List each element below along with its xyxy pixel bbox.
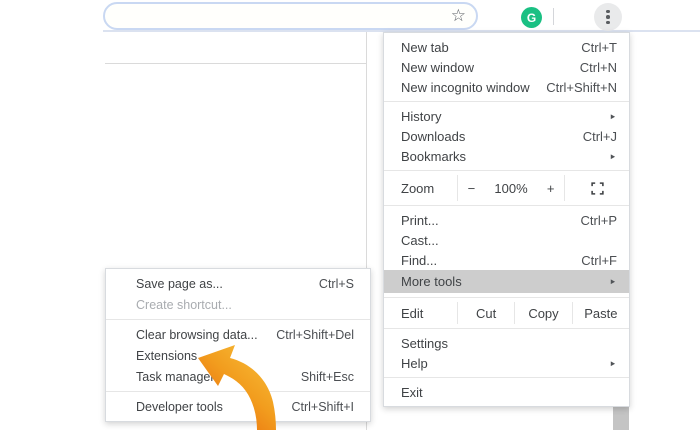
toolbar-separator bbox=[553, 8, 554, 25]
chevron-right-icon: ► bbox=[609, 112, 616, 121]
menu-separator bbox=[384, 170, 629, 171]
paste-button[interactable]: Paste bbox=[572, 302, 629, 324]
menu-item-shortcut: Ctrl+S bbox=[319, 277, 354, 291]
browser-menu: New tab Ctrl+T New window Ctrl+N New inc… bbox=[383, 32, 630, 407]
menu-zoom-row: Zoom − 100% + bbox=[384, 175, 629, 201]
menu-item-shortcut: Ctrl+N bbox=[580, 60, 617, 75]
copy-button[interactable]: Copy bbox=[514, 302, 571, 324]
menu-item-label: Settings bbox=[401, 336, 617, 351]
chevron-right-icon: ► bbox=[609, 359, 616, 368]
zoom-out-button[interactable]: − bbox=[468, 181, 476, 196]
menu-separator bbox=[384, 328, 629, 329]
menu-dot-icon bbox=[606, 10, 610, 14]
zoom-label: Zoom bbox=[384, 175, 457, 201]
chevron-right-icon: ► bbox=[609, 277, 616, 286]
menu-item-shortcut: Ctrl+F bbox=[581, 253, 617, 268]
menu-item-label: History bbox=[401, 109, 601, 124]
menu-item-more-tools[interactable]: More tools ► bbox=[384, 270, 629, 293]
menu-item-new-tab[interactable]: New tab Ctrl+T bbox=[384, 37, 629, 57]
menu-item-label: Exit bbox=[401, 385, 617, 400]
menu-item-shortcut: Ctrl+Shift+N bbox=[546, 80, 617, 95]
chevron-right-icon: ► bbox=[609, 152, 616, 161]
browser-menu-button[interactable] bbox=[594, 3, 622, 31]
menu-item-print[interactable]: Print... Ctrl+P bbox=[384, 210, 629, 230]
menu-item-shortcut: Ctrl+T bbox=[581, 40, 617, 55]
menu-item-label: Help bbox=[401, 356, 601, 371]
menu-item-label: Downloads bbox=[401, 129, 583, 144]
fullscreen-icon bbox=[591, 182, 604, 195]
page-frame-border bbox=[105, 63, 366, 64]
menu-item-bookmarks[interactable]: Bookmarks ► bbox=[384, 146, 629, 166]
menu-item-label: New tab bbox=[401, 40, 581, 55]
address-bar[interactable]: ☆ bbox=[103, 2, 478, 30]
menu-dot-icon bbox=[606, 21, 610, 25]
submenu-item-create-shortcut: Create shortcut... bbox=[106, 294, 370, 315]
menu-item-shortcut: Ctrl+Shift+I bbox=[291, 400, 354, 414]
menu-item-label: Bookmarks bbox=[401, 149, 601, 164]
zoom-in-button[interactable]: + bbox=[547, 181, 555, 196]
menu-separator bbox=[384, 101, 629, 102]
zoom-level-value: 100% bbox=[494, 181, 527, 196]
menu-item-label: Find... bbox=[401, 253, 581, 268]
menu-item-find[interactable]: Find... Ctrl+F bbox=[384, 250, 629, 270]
menu-item-exit[interactable]: Exit bbox=[384, 382, 629, 402]
menu-item-downloads[interactable]: Downloads Ctrl+J bbox=[384, 126, 629, 146]
menu-separator bbox=[384, 205, 629, 206]
annotation-arrow-icon bbox=[185, 338, 300, 430]
menu-edit-row: Edit Cut Copy Paste bbox=[384, 302, 629, 324]
menu-item-shortcut: Ctrl+J bbox=[583, 129, 617, 144]
menu-item-shortcut: Ctrl+P bbox=[581, 213, 617, 228]
menu-item-label: Print... bbox=[401, 213, 581, 228]
menu-dot-icon bbox=[606, 15, 610, 19]
menu-item-new-incognito-window[interactable]: New incognito window Ctrl+Shift+N bbox=[384, 77, 629, 97]
menu-item-label: New incognito window bbox=[401, 80, 546, 95]
menu-item-new-window[interactable]: New window Ctrl+N bbox=[384, 57, 629, 77]
menu-item-shortcut: Shift+Esc bbox=[301, 370, 354, 384]
menu-item-history[interactable]: History ► bbox=[384, 106, 629, 126]
fullscreen-button[interactable] bbox=[565, 175, 629, 201]
edit-label: Edit bbox=[384, 302, 457, 324]
menu-separator bbox=[106, 319, 370, 320]
menu-separator bbox=[384, 297, 629, 298]
menu-item-settings[interactable]: Settings bbox=[384, 333, 629, 353]
cut-button[interactable]: Cut bbox=[457, 302, 514, 324]
menu-separator bbox=[384, 377, 629, 378]
submenu-item-save-page-as[interactable]: Save page as... Ctrl+S bbox=[106, 273, 370, 294]
menu-item-label: Cast... bbox=[401, 233, 617, 248]
scrollbar-thumb[interactable] bbox=[613, 405, 629, 430]
menu-item-label: New window bbox=[401, 60, 580, 75]
menu-item-cast[interactable]: Cast... bbox=[384, 230, 629, 250]
zoom-controls: − 100% + bbox=[457, 175, 565, 201]
menu-item-label: Save page as... bbox=[136, 277, 319, 291]
grammarly-extension-icon[interactable]: G bbox=[521, 7, 542, 28]
bookmark-star-icon[interactable]: ☆ bbox=[451, 6, 466, 26]
menu-item-help[interactable]: Help ► bbox=[384, 353, 629, 373]
menu-item-label: More tools bbox=[401, 274, 601, 289]
menu-item-label: Create shortcut... bbox=[136, 298, 354, 312]
